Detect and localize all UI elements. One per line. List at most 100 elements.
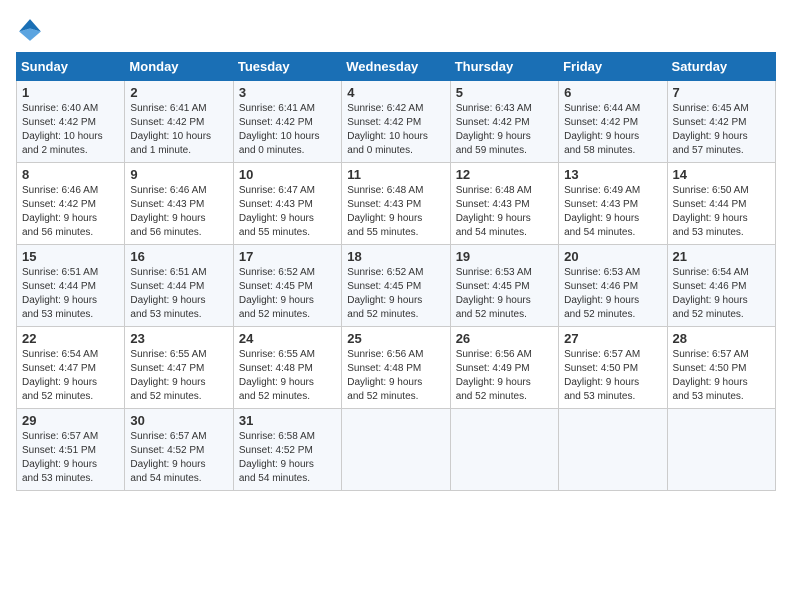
day-number: 15 [22,249,119,264]
calendar-cell: 28 Sunrise: 6:57 AMSunset: 4:50 PMDayligh… [667,327,775,409]
day-number: 7 [673,85,770,100]
cell-details: Sunrise: 6:49 AMSunset: 4:43 PMDaylight:… [564,184,661,240]
calendar-cell: 21 Sunrise: 6:54 AMSunset: 4:46 PMDayligh… [667,245,775,327]
calendar-cell: 16 Sunrise: 6:51 AMSunset: 4:44 PMDayligh… [125,245,233,327]
cell-details: Sunrise: 6:44 AMSunset: 4:42 PMDaylight:… [564,102,661,158]
cell-details: Sunrise: 6:47 AMSunset: 4:43 PMDaylight:… [239,184,336,240]
calendar-cell: 26 Sunrise: 6:56 AMSunset: 4:49 PMDayligh… [450,327,558,409]
cell-details: Sunrise: 6:48 AMSunset: 4:43 PMDaylight:… [347,184,444,240]
cell-details: Sunrise: 6:57 AMSunset: 4:50 PMDaylight:… [673,348,770,404]
calendar-cell: 1 Sunrise: 6:40 AMSunset: 4:42 PMDaylight… [17,81,125,163]
calendar-cell: 30 Sunrise: 6:57 AMSunset: 4:52 PMDayligh… [125,409,233,491]
week-row-4: 22 Sunrise: 6:54 AMSunset: 4:47 PMDayligh… [17,327,776,409]
header-wednesday: Wednesday [342,53,450,81]
day-number: 28 [673,331,770,346]
header-monday: Monday [125,53,233,81]
day-number: 25 [347,331,444,346]
day-number: 14 [673,167,770,182]
day-number: 21 [673,249,770,264]
cell-details: Sunrise: 6:52 AMSunset: 4:45 PMDaylight:… [239,266,336,322]
calendar-cell: 13Sunrise: 6:49 AMSunset: 4:43 PMDayligh… [559,163,667,245]
day-number: 22 [22,331,119,346]
calendar-cell: 25 Sunrise: 6:56 AMSunset: 4:48 PMDayligh… [342,327,450,409]
day-number: 17 [239,249,336,264]
calendar-cell: 9 Sunrise: 6:46 AMSunset: 4:43 PMDaylight… [125,163,233,245]
week-row-5: 29Sunrise: 6:57 AMSunset: 4:51 PMDayligh… [17,409,776,491]
day-number: 30 [130,413,227,428]
calendar-cell [559,409,667,491]
header-sunday: Sunday [17,53,125,81]
calendar-cell: 18Sunrise: 6:52 AMSunset: 4:45 PMDayligh… [342,245,450,327]
cell-details: Sunrise: 6:51 AMSunset: 4:44 PMDaylight:… [22,266,119,322]
header-thursday: Thursday [450,53,558,81]
cell-details: Sunrise: 6:55 AMSunset: 4:48 PMDaylight:… [239,348,336,404]
cell-details: Sunrise: 6:46 AMSunset: 4:43 PMDaylight:… [130,184,227,240]
week-row-3: 15 Sunrise: 6:51 AMSunset: 4:44 PMDayligh… [17,245,776,327]
calendar-cell: 6 Sunrise: 6:44 AMSunset: 4:42 PMDaylight… [559,81,667,163]
cell-details: Sunrise: 6:56 AMSunset: 4:49 PMDaylight:… [456,348,553,404]
calendar-cell: 17 Sunrise: 6:52 AMSunset: 4:45 PMDayligh… [233,245,341,327]
cell-details: Sunrise: 6:46 AMSunset: 4:42 PMDaylight:… [22,184,119,240]
day-number: 12 [456,167,553,182]
day-number: 27 [564,331,661,346]
calendar-cell: 5Sunrise: 6:43 AMSunset: 4:42 PMDaylight… [450,81,558,163]
cell-details: Sunrise: 6:54 AMSunset: 4:47 PMDaylight:… [22,348,119,404]
day-number: 10 [239,167,336,182]
calendar-cell: 3 Sunrise: 6:41 AMSunset: 4:42 PMDaylight… [233,81,341,163]
cell-details: Sunrise: 6:48 AMSunset: 4:43 PMDaylight:… [456,184,553,240]
calendar-cell: 23Sunrise: 6:55 AMSunset: 4:47 PMDayligh… [125,327,233,409]
day-number: 19 [456,249,553,264]
week-row-2: 8 Sunrise: 6:46 AMSunset: 4:42 PMDaylight… [17,163,776,245]
logo-icon [16,16,44,44]
calendar-cell: 14 Sunrise: 6:50 AMSunset: 4:44 PMDayligh… [667,163,775,245]
day-number: 31 [239,413,336,428]
calendar-cell: 19Sunrise: 6:53 AMSunset: 4:45 PMDayligh… [450,245,558,327]
cell-details: Sunrise: 6:57 AMSunset: 4:52 PMDaylight:… [130,430,227,486]
week-row-1: 1 Sunrise: 6:40 AMSunset: 4:42 PMDaylight… [17,81,776,163]
day-number: 26 [456,331,553,346]
calendar-header: SundayMondayTuesdayWednesdayThursdayFrid… [17,53,776,81]
day-number: 20 [564,249,661,264]
calendar-cell: 31Sunrise: 6:58 AMSunset: 4:52 PMDayligh… [233,409,341,491]
cell-details: Sunrise: 6:57 AMSunset: 4:50 PMDaylight:… [564,348,661,404]
calendar-cell: 12 Sunrise: 6:48 AMSunset: 4:43 PMDayligh… [450,163,558,245]
cell-details: Sunrise: 6:41 AMSunset: 4:42 PMDaylight:… [239,102,336,158]
day-number: 1 [22,85,119,100]
cell-details: Sunrise: 6:53 AMSunset: 4:46 PMDaylight:… [564,266,661,322]
calendar-cell: 10 Sunrise: 6:47 AMSunset: 4:43 PMDayligh… [233,163,341,245]
cell-details: Sunrise: 6:41 AMSunset: 4:42 PMDaylight:… [130,102,227,158]
calendar-cell: 7Sunrise: 6:45 AMSunset: 4:42 PMDaylight… [667,81,775,163]
day-number: 18 [347,249,444,264]
cell-details: Sunrise: 6:50 AMSunset: 4:44 PMDaylight:… [673,184,770,240]
calendar-cell [450,409,558,491]
day-number: 9 [130,167,227,182]
day-number: 4 [347,85,444,100]
day-number: 24 [239,331,336,346]
day-number: 16 [130,249,227,264]
calendar-table: SundayMondayTuesdayWednesdayThursdayFrid… [16,52,776,491]
header-saturday: Saturday [667,53,775,81]
calendar-cell: 11Sunrise: 6:48 AMSunset: 4:43 PMDayligh… [342,163,450,245]
day-number: 5 [456,85,553,100]
calendar-cell: 24 Sunrise: 6:55 AMSunset: 4:48 PMDayligh… [233,327,341,409]
cell-details: Sunrise: 6:57 AMSunset: 4:51 PMDaylight:… [22,430,119,486]
header-friday: Friday [559,53,667,81]
calendar-cell: 8 Sunrise: 6:46 AMSunset: 4:42 PMDaylight… [17,163,125,245]
page-header [16,16,776,44]
logo [16,16,48,44]
calendar-cell: 22 Sunrise: 6:54 AMSunset: 4:47 PMDayligh… [17,327,125,409]
calendar-cell: 15 Sunrise: 6:51 AMSunset: 4:44 PMDayligh… [17,245,125,327]
calendar-cell: 2Sunrise: 6:41 AMSunset: 4:42 PMDaylight… [125,81,233,163]
calendar-cell [667,409,775,491]
day-number: 6 [564,85,661,100]
cell-details: Sunrise: 6:51 AMSunset: 4:44 PMDaylight:… [130,266,227,322]
cell-details: Sunrise: 6:56 AMSunset: 4:48 PMDaylight:… [347,348,444,404]
day-number: 3 [239,85,336,100]
day-number: 8 [22,167,119,182]
day-number: 23 [130,331,227,346]
cell-details: Sunrise: 6:54 AMSunset: 4:46 PMDaylight:… [673,266,770,322]
cell-details: Sunrise: 6:40 AMSunset: 4:42 PMDaylight:… [22,102,119,158]
calendar-cell: 27 Sunrise: 6:57 AMSunset: 4:50 PMDayligh… [559,327,667,409]
header-tuesday: Tuesday [233,53,341,81]
calendar-cell [342,409,450,491]
